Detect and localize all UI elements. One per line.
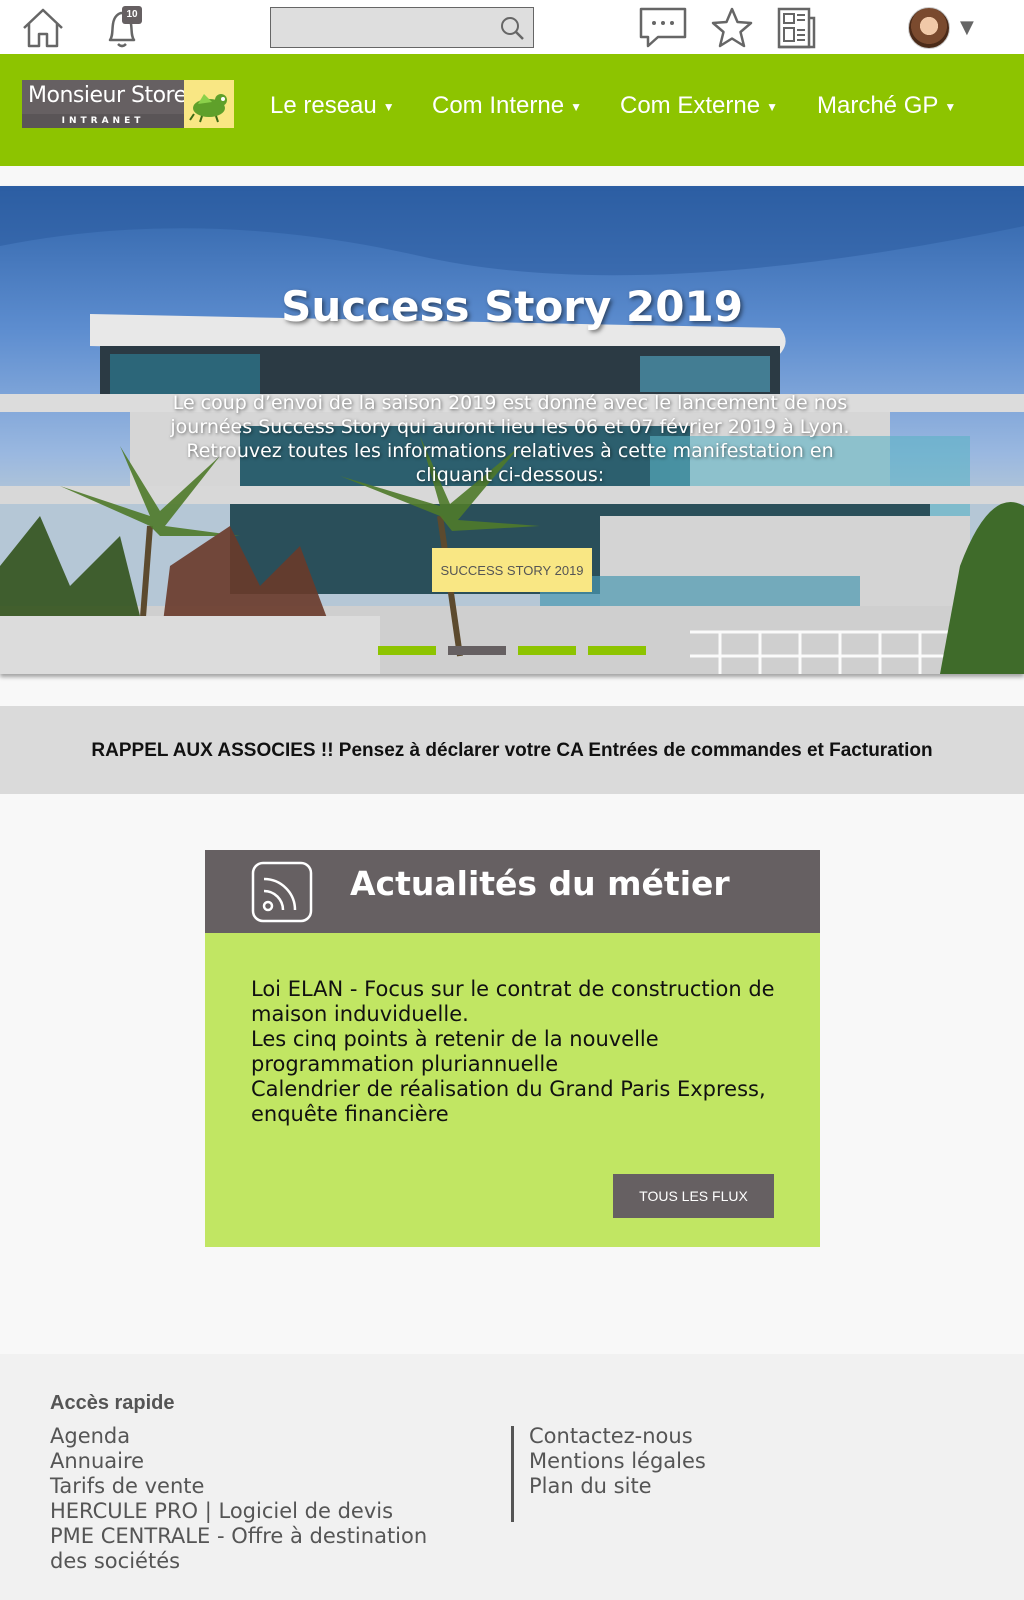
reminder-banner: RAPPEL AUX ASSOCIES !! Pensez à déclarer… — [0, 706, 1024, 794]
carousel-dot[interactable] — [588, 646, 646, 655]
footer-heading: Accès rapide — [50, 1392, 175, 1414]
footer-link-annuaire[interactable]: Annuaire — [50, 1449, 470, 1474]
footer-link-sitemap[interactable]: Plan du site — [529, 1474, 706, 1499]
hero-text: Le coup d’envoi de la saison 2019 est do… — [170, 392, 850, 486]
footer: Accès rapide Agenda Annuaire Tarifs de v… — [0, 1354, 1024, 1600]
top-bar: 10 ▼ — [0, 0, 1024, 54]
footer-link-tarifs[interactable]: Tarifs de vente — [50, 1474, 470, 1499]
search-icon[interactable] — [499, 15, 525, 45]
carousel-dot[interactable] — [448, 646, 506, 655]
chevron-down-icon: ▼ — [944, 99, 957, 114]
nav-item-label: Com Externe — [620, 92, 761, 119]
quick-links: Agenda Annuaire Tarifs de vente HERCULE … — [50, 1424, 470, 1574]
chevron-down-icon[interactable]: ▼ — [960, 17, 974, 38]
footer-links: Contactez-nous Mentions légales Plan du … — [529, 1424, 706, 1499]
star-icon[interactable] — [710, 6, 754, 54]
hero-carousel: Success Story 2019 Le coup d’envoi de la… — [0, 186, 1024, 674]
chevron-down-icon: ▼ — [766, 99, 778, 114]
news-item[interactable]: Calendrier de réalisation du Grand Paris… — [251, 1077, 781, 1127]
avatar[interactable] — [908, 7, 950, 49]
notification-badge: 10 — [122, 6, 142, 24]
footer-link-agenda[interactable]: Agenda — [50, 1424, 470, 1449]
chevron-down-icon: ▼ — [382, 99, 395, 114]
nav-item-le-reseau[interactable]: Le reseau ▼ — [270, 92, 395, 120]
carousel-dot[interactable] — [518, 646, 576, 655]
news-title: Actualités du métier — [350, 864, 730, 903]
chevron-down-icon: ▼ — [570, 99, 582, 114]
rss-icon — [251, 861, 313, 927]
logo-name: Monsieur Store — [28, 83, 187, 108]
search-input[interactable] — [277, 14, 487, 42]
main-nav: Monsieur Store INTRANET Le reseau ▼ Com I… — [0, 54, 1024, 166]
hero-title: Success Story 2019 — [281, 282, 743, 331]
news-item[interactable]: Loi ELAN - Focus sur le contrat de const… — [251, 977, 781, 1027]
nav-item-label: Marché GP — [817, 92, 939, 119]
carousel-dot[interactable] — [378, 646, 436, 655]
chat-icon[interactable] — [638, 6, 688, 54]
footer-divider — [511, 1426, 514, 1522]
logo[interactable]: Monsieur Store INTRANET — [22, 80, 234, 128]
nav-item-label: Com Interne — [432, 92, 565, 119]
logo-subtitle: INTRANET — [22, 114, 184, 128]
news-list: Loi ELAN - Focus sur le contrat de const… — [251, 977, 781, 1127]
nav-item-marche-gp[interactable]: Marché GP ▼ — [817, 92, 956, 120]
all-feeds-button[interactable]: TOUS LES FLUX — [613, 1174, 774, 1218]
home-icon[interactable] — [20, 6, 66, 54]
nav-item-com-interne[interactable]: Com Interne ▼ — [432, 92, 582, 120]
nav-item-com-externe[interactable]: Com Externe ▼ — [620, 92, 778, 120]
success-story-button[interactable]: SUCCESS STORY 2019 — [432, 548, 592, 592]
news-item[interactable]: Les cinq points à retenir de la nouvelle… — [251, 1027, 781, 1077]
footer-link-mentions[interactable]: Mentions légales — [529, 1449, 706, 1474]
reminder-text: RAPPEL AUX ASSOCIES !! Pensez à déclarer… — [91, 740, 933, 761]
footer-link-contact[interactable]: Contactez-nous — [529, 1424, 706, 1449]
news-card-header: Actualités du métier — [205, 850, 820, 933]
footer-link-pme-centrale[interactable]: PME CENTRALE - Offre à destination des s… — [50, 1524, 470, 1574]
news-card-body: Loi ELAN - Focus sur le contrat de const… — [205, 933, 820, 1247]
nav-item-label: Le reseau — [270, 92, 377, 119]
footer-link-hercule-pro[interactable]: HERCULE PRO | Logiciel de devis — [50, 1499, 470, 1524]
newspaper-icon[interactable] — [776, 6, 816, 54]
mascot-icon — [184, 80, 234, 128]
search-box — [270, 7, 534, 48]
